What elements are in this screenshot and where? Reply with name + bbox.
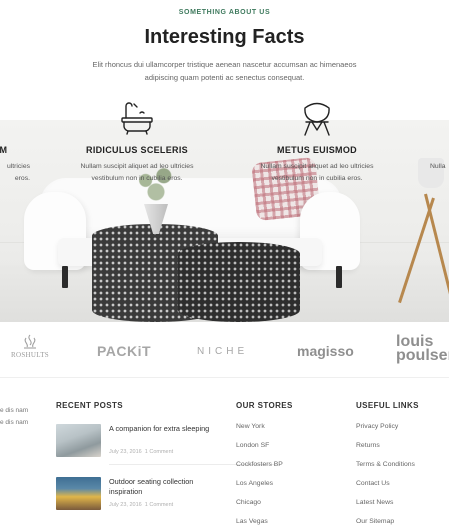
feature-text: ultricies eros. <box>0 161 30 185</box>
store-link[interactable]: Las Vegas <box>236 518 283 530</box>
brand-name: poulsen <box>396 347 449 364</box>
section-eyebrow: SOMETHING ABOUT US <box>178 9 271 16</box>
store-link[interactable]: Chicago <box>236 499 283 518</box>
brand-logo-niche[interactable]: NICHE <box>197 346 248 357</box>
post-thumbnail[interactable] <box>56 477 101 510</box>
brand-name: ROSHULTS <box>11 351 49 359</box>
features-row: UM ultricies eros. RIDICULUS SCELERIS Nu… <box>0 100 449 200</box>
useful-link[interactable]: Latest News <box>356 499 415 518</box>
brand-logo-magisso[interactable]: magisso <box>297 343 354 359</box>
chair-icon <box>304 102 330 136</box>
section-subtitle: Elit rhoncus dui ullamcorper tristique a… <box>92 60 357 82</box>
feature-text: Nullam suscipit aliquet ad leo ultricies… <box>237 161 397 185</box>
recent-posts-heading: RECENT POSTS <box>56 401 124 410</box>
footer-left-text: e dis nam <box>0 419 29 426</box>
feature-text: Nullam suscipit aliquet ad leo ultricies… <box>57 161 217 185</box>
useful-link[interactable]: Returns <box>356 442 415 461</box>
feature-text-line: ultricies <box>6 163 30 170</box>
recent-post-item[interactable]: A companion for extra sleeping July 23, … <box>56 422 276 466</box>
useful-links-heading: USEFUL LINKS <box>356 401 419 410</box>
coffee-table-front <box>178 242 300 322</box>
useful-link[interactable]: Our Sitemap <box>356 518 415 530</box>
brand-logo-roshults[interactable]: ROSHULTS <box>9 334 51 359</box>
recent-post-item[interactable]: Outdoor seating collection inspiration J… <box>56 475 221 519</box>
footer-left-text: e dis nam <box>0 407 29 414</box>
post-meta: July 23, 2016 1 Comment <box>109 449 173 455</box>
sofa-leg <box>62 266 68 288</box>
useful-link[interactable]: Contact Us <box>356 480 415 499</box>
store-link[interactable]: London SF <box>236 442 283 461</box>
useful-links-list: Privacy Policy Returns Terms & Condition… <box>356 423 415 530</box>
store-link[interactable]: Los Angeles <box>236 480 283 499</box>
feature-title: METUS EUISMOD <box>277 145 357 155</box>
our-stores-heading: OUR STORES <box>236 401 293 410</box>
feature-text-line: Nullam suscipit aliquet ad leo ultricies <box>260 163 374 170</box>
our-stores-list: New York London SF Cockfosters BP Los An… <box>236 423 283 530</box>
store-link[interactable]: New York <box>236 423 283 442</box>
sofa-leg <box>336 266 342 288</box>
brand-logos-strip: ROSHULTS PACKiT NICHE magisso louis poul… <box>0 322 449 378</box>
interesting-facts-section: SOMETHING ABOUT US Interesting Facts Eli… <box>0 0 449 322</box>
feature-text-line: vestibulum non in cubilia eros. <box>271 175 363 182</box>
footer: e dis nam e dis nam RECENT POSTS A compa… <box>0 378 449 530</box>
brand-logo-louis-poulsen[interactable]: louis poulsen <box>396 334 449 364</box>
post-date: July 23, 2016 <box>109 502 142 508</box>
feature-title: RIDICULUS SCELERIS <box>86 145 188 155</box>
flame-emblem-icon <box>24 334 36 349</box>
post-date: July 23, 2016 <box>109 449 142 455</box>
post-thumbnail[interactable] <box>56 424 101 457</box>
feature-text-line: Nullam suscipit aliquet ad leo ultricies <box>80 163 194 170</box>
post-meta: July 23, 2016 1 Comment <box>109 502 173 508</box>
section-title: Interesting Facts <box>144 26 305 48</box>
post-comments[interactable]: 1 Comment <box>145 502 173 508</box>
feature-text-line: eros. <box>14 175 30 182</box>
brand-logo-packit[interactable]: PACKiT <box>97 343 151 359</box>
useful-link[interactable]: Privacy Policy <box>356 423 415 442</box>
useful-link[interactable]: Terms & Conditions <box>356 461 415 480</box>
feature-text-line: vestibulum non in cubilia eros. <box>91 175 183 182</box>
post-title-link[interactable]: Outdoor seating collection inspiration <box>109 477 221 497</box>
post-comments[interactable]: 1 Comment <box>145 449 173 455</box>
feature-text: Nulla <box>430 161 449 173</box>
store-link[interactable]: Cockfosters BP <box>236 461 283 480</box>
feature-text-line: Nulla <box>430 163 446 170</box>
bathtub-icon <box>121 102 153 135</box>
post-title-link[interactable]: A companion for extra sleeping <box>109 424 221 434</box>
